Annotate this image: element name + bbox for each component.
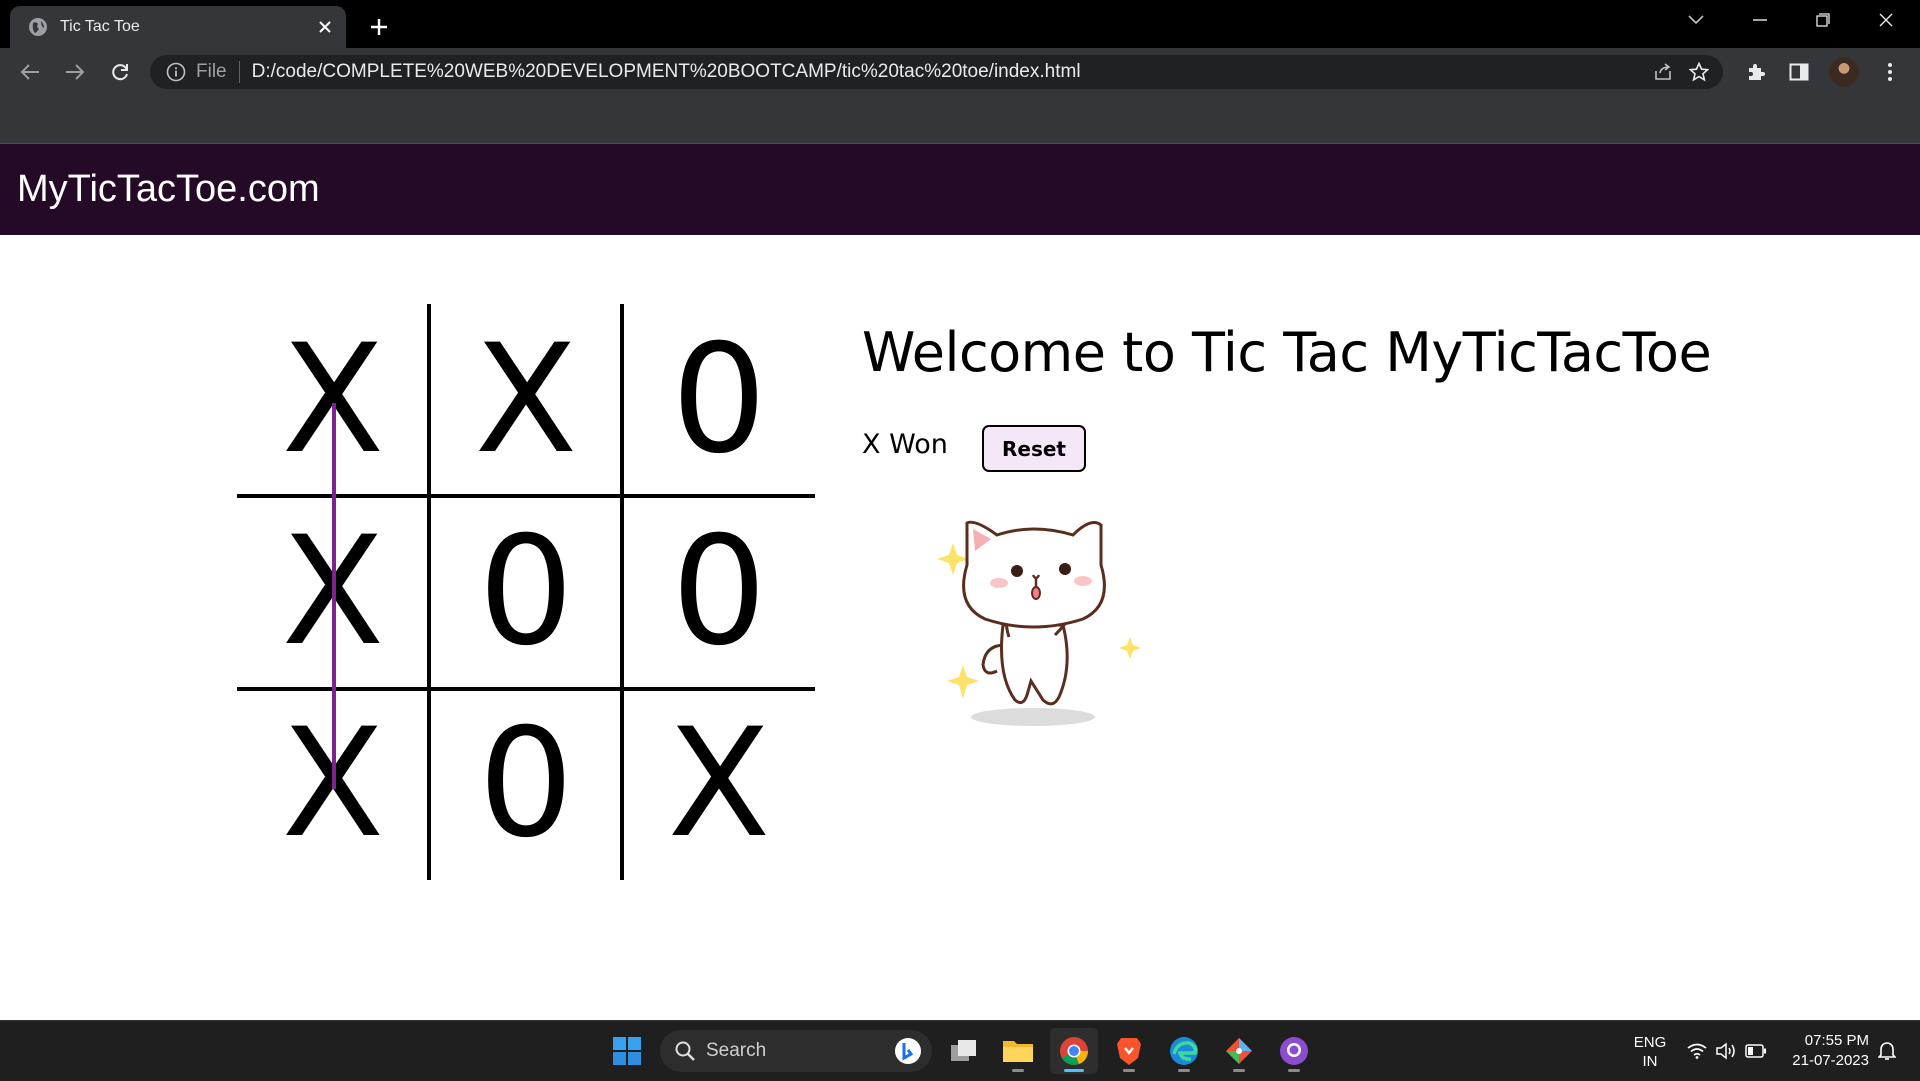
chrome-icon[interactable] xyxy=(1050,1028,1098,1074)
file-explorer-icon[interactable] xyxy=(994,1028,1042,1074)
side-panel-icon[interactable] xyxy=(1783,56,1815,88)
url-separator xyxy=(238,61,240,83)
address-bar[interactable]: File D:/code/COMPLETE%20WEB%20DEVELOPMEN… xyxy=(150,55,1723,89)
profile-avatar[interactable] xyxy=(1828,56,1860,88)
site-brand[interactable]: MyTicTacToe.com xyxy=(17,166,320,212)
winning-line xyxy=(332,403,336,789)
clock-time: 07:55 PM xyxy=(1804,1032,1869,1049)
happy-cat-image xyxy=(937,520,1141,726)
board-cell-2[interactable]: X xyxy=(430,304,622,496)
volume-icon[interactable] xyxy=(1714,1039,1738,1063)
game-board: X X 0 X 0 0 X 0 X xyxy=(237,304,815,880)
tab-strip: Tic Tac Toe xyxy=(0,0,1920,48)
region-code: IN xyxy=(1642,1053,1658,1070)
new-tab-button[interactable] xyxy=(364,12,394,42)
board-cell-5[interactable]: 0 xyxy=(430,496,622,688)
game-status: X Won xyxy=(862,429,948,460)
board-divider-horizontal-1 xyxy=(237,494,815,498)
forward-icon[interactable] xyxy=(59,56,91,88)
brave-icon[interactable] xyxy=(1105,1028,1153,1074)
url-text[interactable]: D:/code/COMPLETE%20WEB%20DEVELOPMENT%20B… xyxy=(252,61,1645,83)
board-divider-horizontal-2 xyxy=(237,687,815,691)
clock-date: 21-07-2023 xyxy=(1792,1052,1869,1069)
windows-taskbar: Search ENG IN 07:55 PM 21-07-2023 xyxy=(0,1020,1920,1081)
bookmarks-bar xyxy=(0,96,1920,144)
bing-chat-icon[interactable] xyxy=(894,1037,922,1065)
taskbar-search-placeholder: Search xyxy=(706,1040,767,1061)
github-desktop-icon[interactable] xyxy=(1270,1028,1318,1074)
wifi-icon[interactable] xyxy=(1685,1039,1709,1063)
tab-search-chevron-icon[interactable] xyxy=(1676,4,1716,36)
taskbar-clock[interactable]: 07:55 PM 21-07-2023 xyxy=(1773,1031,1869,1071)
globe-icon xyxy=(29,18,47,36)
input-language[interactable]: ENG IN xyxy=(1630,1033,1670,1071)
git-icon[interactable] xyxy=(1215,1028,1263,1074)
reset-button[interactable]: Reset xyxy=(982,425,1086,472)
site-navbar: MyTicTacToe.com xyxy=(0,144,1920,235)
start-icon[interactable] xyxy=(603,1028,651,1074)
browser-toolbar: File D:/code/COMPLETE%20WEB%20DEVELOPMEN… xyxy=(0,48,1920,96)
board-cell-6[interactable]: 0 xyxy=(623,496,815,688)
info-icon[interactable] xyxy=(166,62,186,82)
close-window-icon[interactable] xyxy=(1866,4,1906,36)
notification-bell-icon[interactable] xyxy=(1875,1039,1899,1063)
reload-icon[interactable] xyxy=(104,56,136,88)
language-code: ENG xyxy=(1633,1034,1667,1051)
browser-tab[interactable]: Tic Tac Toe xyxy=(10,6,346,48)
task-view-icon[interactable] xyxy=(940,1028,988,1074)
board-divider-vertical-2 xyxy=(620,304,624,880)
bookmark-star-icon[interactable] xyxy=(1681,55,1717,89)
board-cell-3[interactable]: 0 xyxy=(623,304,815,496)
welcome-heading: Welcome to Tic Tac MyTicTacToe xyxy=(862,321,1712,384)
search-icon xyxy=(675,1041,695,1061)
close-tab-icon[interactable] xyxy=(310,12,340,42)
taskbar-search-box[interactable]: Search xyxy=(660,1030,932,1072)
minimize-window-icon[interactable] xyxy=(1740,4,1780,36)
tab-title: Tic Tac Toe xyxy=(60,18,140,35)
back-icon[interactable] xyxy=(14,56,46,88)
share-icon[interactable] xyxy=(1645,55,1681,89)
battery-icon[interactable] xyxy=(1744,1039,1768,1063)
board-cell-8[interactable]: 0 xyxy=(430,688,622,880)
restore-window-icon[interactable] xyxy=(1803,4,1843,36)
edge-icon[interactable] xyxy=(1160,1028,1208,1074)
board-divider-vertical-1 xyxy=(427,304,431,880)
url-scheme: File xyxy=(196,61,227,82)
extensions-icon[interactable] xyxy=(1740,56,1772,88)
menu-kebab-icon[interactable] xyxy=(1874,56,1906,88)
board-cell-9[interactable]: X xyxy=(623,688,815,880)
